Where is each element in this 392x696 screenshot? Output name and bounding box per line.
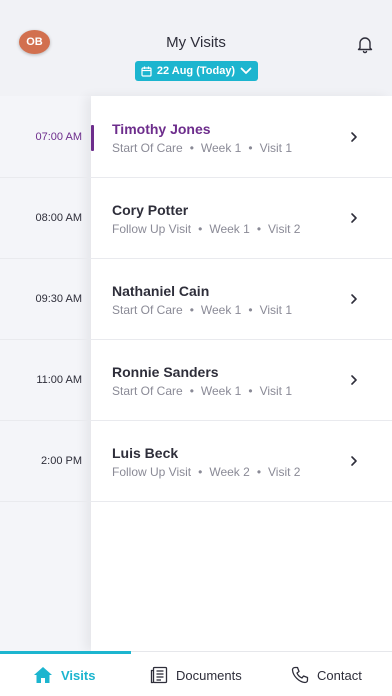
visit-row[interactable]: 2:00 PM Luis Beck Follow Up Visit • Week 2… (0, 421, 392, 501)
tab-contact[interactable]: Contact (291, 664, 362, 686)
separator-dot: • (248, 384, 253, 398)
visit-week: Week 1 (200, 303, 242, 317)
visit-row[interactable]: 07:00 AM Timothy Jones Start Of Care • Wee… (0, 97, 392, 177)
documents-icon (150, 666, 168, 684)
patient-name: Timothy Jones (112, 121, 211, 137)
phone-icon (291, 666, 309, 684)
tab-documents[interactable]: Documents (150, 664, 242, 686)
visit-number: Visit 1 (259, 141, 293, 155)
visit-time: 2:00 PM (41, 455, 82, 467)
visit-details: Start Of Care • Week 1 • Visit 1 (112, 384, 292, 398)
chevron-right-icon (351, 132, 357, 142)
visit-row[interactable]: 08:00 AM Cory Potter Follow Up Visit • Wee… (0, 178, 392, 258)
separator-dot: • (198, 222, 203, 236)
separator-dot: • (248, 303, 253, 317)
visit-number: Visit 2 (268, 222, 301, 236)
separator-dot: • (189, 384, 194, 398)
visit-type: Follow Up Visit (112, 465, 192, 479)
visit-details: Follow Up Visit • Week 2 • Visit 2 (112, 465, 300, 479)
visit-card[interactable]: Ronnie Sanders Start Of Care • Week 1 • Visi… (91, 340, 392, 420)
visit-type: Follow Up Visit (112, 222, 192, 236)
chevron-down-icon (240, 67, 252, 75)
visit-card[interactable]: Cory Potter Follow Up Visit • Week 1 • Visit… (91, 178, 392, 258)
patient-name: Cory Potter (112, 202, 189, 218)
visit-time: 11:00 AM (36, 374, 82, 386)
patient-name: Ronnie Sanders (112, 364, 219, 380)
tab-label: Visits (61, 667, 96, 683)
calendar-icon (141, 66, 152, 77)
chevron-right-icon (351, 375, 357, 385)
visit-time: 09:30 AM (35, 293, 82, 305)
bell-icon[interactable] (355, 34, 375, 54)
visit-details: Start Of Care • Week 1 • Visit 1 (112, 303, 292, 317)
visit-row[interactable]: 11:00 AM Ronnie Sanders Start Of Care • We… (0, 340, 392, 420)
visit-type: Start Of Care (112, 384, 183, 398)
chevron-right-icon (351, 213, 357, 223)
visit-details: Follow Up Visit • Week 1 • Visit 2 (112, 222, 300, 236)
visit-card[interactable]: Timothy Jones Start Of Care • Week 1 • Visit… (91, 97, 392, 177)
tab-label: Documents (176, 667, 242, 683)
bottom-tab-bar: Visits Documents Contact (0, 651, 392, 696)
home-icon (34, 667, 52, 683)
visit-number: Visit 1 (259, 303, 293, 317)
chevron-right-icon (351, 294, 357, 304)
visit-number: Visit 1 (259, 384, 293, 398)
patient-name: Nathaniel Cain (112, 283, 210, 299)
visit-card[interactable]: Nathaniel Cain Start Of Care • Week 1 • Visi… (91, 259, 392, 339)
separator-dot: • (198, 465, 203, 479)
visit-row[interactable]: 09:30 AM Nathaniel Cain Start Of Care • We… (0, 259, 392, 339)
visit-number: Visit 2 (268, 465, 301, 479)
header: OB My Visits 22 Aug (Today) (0, 0, 392, 96)
separator-dot: • (256, 222, 262, 236)
visit-week: Week 1 (209, 222, 250, 236)
visit-details: Start Of Care • Week 1 • Visit 1 (112, 141, 292, 155)
visit-type: Start Of Care (112, 141, 183, 155)
visit-week: Week 2 (209, 465, 250, 479)
chevron-right-icon (351, 456, 357, 466)
tab-label: Contact (317, 667, 362, 683)
active-indicator (91, 125, 94, 151)
separator-dot: • (189, 141, 194, 155)
visit-card[interactable]: Luis Beck Follow Up Visit • Week 2 • Visit 2 (91, 421, 392, 501)
date-selector[interactable]: 22 Aug (Today) (135, 61, 258, 81)
visit-time: 07:00 AM (35, 131, 82, 143)
separator-dot: • (256, 465, 262, 479)
separator-dot: • (189, 303, 194, 317)
visit-time: 08:00 AM (35, 212, 82, 224)
row-divider (0, 501, 392, 502)
page-title: My Visits (166, 34, 226, 51)
separator-dot: • (248, 141, 253, 155)
selected-tab-indicator (0, 651, 131, 654)
visit-week: Week 1 (200, 384, 242, 398)
visit-type: Start Of Care (112, 303, 183, 317)
patient-name: Luis Beck (112, 445, 179, 461)
date-label: 22 Aug (Today) (156, 65, 236, 77)
tab-visits[interactable]: Visits (33, 664, 95, 686)
visit-week: Week 1 (200, 141, 242, 155)
